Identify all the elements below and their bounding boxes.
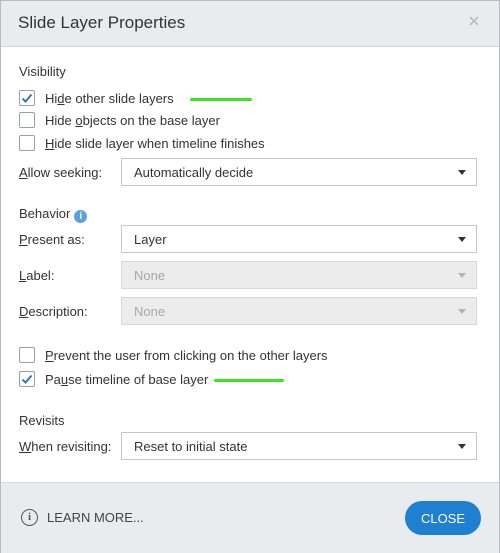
highlight-mark [214,378,285,382]
chevron-down-icon [458,170,466,175]
highlight-mark [189,97,252,101]
description-select: None [121,297,477,325]
hide-other-layers-option[interactable]: Hide other slide layers [19,89,252,107]
allow-seeking-label: Allow seeking: [19,165,103,180]
hide-objects-base-checkbox[interactable] [19,112,35,128]
prevent-clicking-option[interactable]: Prevent the user from clicking on the ot… [19,346,328,364]
present-as-select[interactable]: Layer [121,225,477,253]
revisits-heading: Revisits [19,413,65,428]
when-revisiting-value: Reset to initial state [134,439,248,454]
chevron-down-icon [458,237,466,242]
dialog-footer: i LEARN MORE... CLOSE [1,482,499,553]
dialog-titlebar: Slide Layer Properties [1,1,499,47]
allow-seeking-value: Automatically decide [134,165,254,180]
label-select: None [121,261,477,289]
visibility-heading: Visibility [19,64,66,79]
label-field-label: Label: [19,268,55,283]
info-circle-icon: i [21,509,38,526]
close-button[interactable]: CLOSE [405,501,481,535]
when-revisiting-label: When revisiting: [19,439,112,454]
pause-timeline-checkbox[interactable] [19,371,35,387]
description-value: None [134,304,166,319]
hide-when-finishes-option[interactable]: Hide slide layer when timeline finishes [19,134,265,152]
description-field-label: Description: [19,304,88,319]
when-revisiting-select[interactable]: Reset to initial state [121,432,477,460]
learn-more-label: LEARN MORE... [47,510,144,525]
hide-objects-base-label: Hide objects on the base layer [45,112,220,128]
hide-objects-base-option[interactable]: Hide objects on the base layer [19,111,220,129]
present-as-value: Layer [134,232,167,247]
prevent-clicking-checkbox[interactable] [19,347,35,363]
prevent-clicking-label: Prevent the user from clicking on the ot… [45,347,328,363]
hide-other-layers-checkbox[interactable] [19,90,35,106]
hide-other-layers-label: Hide other slide layers [45,90,174,106]
allow-seeking-select[interactable]: Automatically decide [121,158,477,186]
info-icon[interactable]: i [74,210,88,223]
label-value: None [134,268,166,283]
present-as-label: Present as: [19,232,85,247]
chevron-down-icon [458,444,466,449]
dialog-title: Slide Layer Properties [18,13,186,32]
pause-timeline-label: Pause timeline of base layer [45,371,209,387]
pause-timeline-option[interactable]: Pause timeline of base layer [19,370,285,388]
chevron-down-icon [458,309,466,314]
hide-when-finishes-label: Hide slide layer when timeline finishes [45,135,265,151]
close-icon[interactable] [467,14,481,28]
learn-more-link[interactable]: i LEARN MORE... [21,509,144,526]
chevron-down-icon [458,273,466,278]
hide-when-finishes-checkbox[interactable] [19,135,35,151]
behavior-heading: Behavior i [19,206,88,223]
slide-layer-properties-dialog: Slide Layer Properties Visibility Hide o… [0,0,500,553]
